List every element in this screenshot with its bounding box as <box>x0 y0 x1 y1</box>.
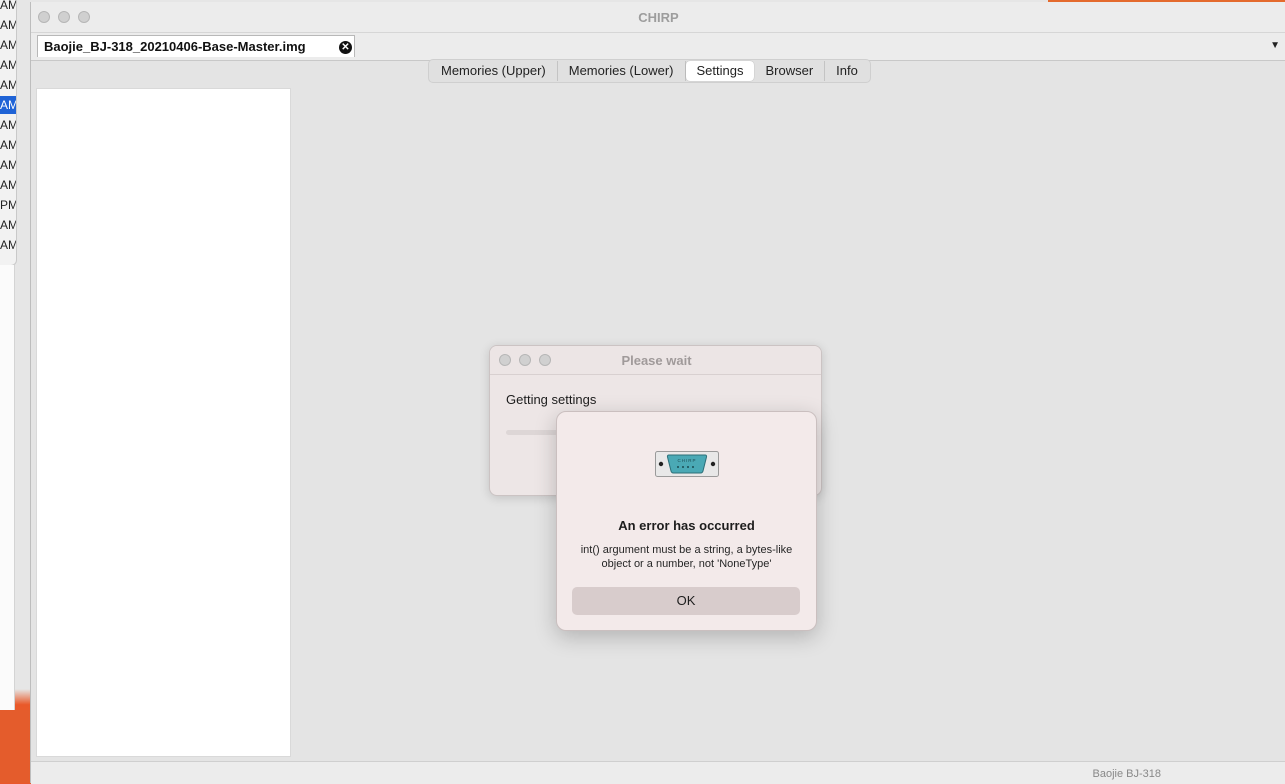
tab-info[interactable]: Info <box>825 61 869 81</box>
progress-label: Getting settings <box>506 392 597 407</box>
error-title: An error has occurred <box>618 518 755 533</box>
background-list-row[interactable]: AM <box>0 76 16 94</box>
view-tabs: Memories (Upper) Memories (Lower) Settings… <box>428 59 871 83</box>
close-tab-icon[interactable]: ✕ <box>339 41 352 54</box>
file-tab[interactable]: Baojie_BJ-318_20210406-Base-Master.img ✕ <box>37 35 355 57</box>
tab-memories-lower[interactable]: Memories (Lower) <box>558 61 686 81</box>
error-alert-dialog: CHIRP An error has occurred int() argume… <box>556 411 817 631</box>
desktop-wallpaper-corner <box>0 710 30 783</box>
file-tab-bar: Baojie_BJ-318_20210406-Base-Master.img ✕… <box>31 33 1285 61</box>
background-list-row[interactable]: AM <box>0 216 16 234</box>
background-list-row[interactable]: AM <box>0 236 16 254</box>
tab-browser[interactable]: Browser <box>754 61 826 81</box>
background-list-row[interactable]: AM <box>0 156 16 174</box>
window-titlebar[interactable]: CHIRP <box>31 2 1285 33</box>
tab-list-dropdown-icon[interactable]: ▼ <box>1270 40 1280 51</box>
dialog-titlebar[interactable]: Please wait <box>490 346 821 375</box>
tab-memories-upper[interactable]: Memories (Upper) <box>430 61 558 81</box>
serial-port-icon: CHIRP <box>655 451 719 477</box>
dialog-title: Please wait <box>621 353 692 368</box>
background-window-body <box>0 265 15 710</box>
background-list-row[interactable]: AM <box>0 0 16 14</box>
serial-icon-text: CHIRP <box>677 458 696 463</box>
background-list-row[interactable]: AM <box>0 136 16 154</box>
background-list-row[interactable]: AM <box>0 96 16 114</box>
window-title: CHIRP <box>638 10 679 25</box>
status-bar: Baojie BJ-318 <box>31 761 1285 784</box>
background-list-row[interactable]: PM <box>0 196 16 214</box>
background-list-row[interactable]: AM <box>0 56 16 74</box>
settings-tree-panel[interactable] <box>36 88 291 757</box>
status-radio-model: Baojie BJ-318 <box>1092 768 1162 780</box>
background-list-row[interactable]: AM <box>0 116 16 134</box>
background-list-row[interactable]: AM <box>0 36 16 54</box>
background-list-row[interactable]: AM <box>0 16 16 34</box>
background-list-row[interactable]: AM <box>0 176 16 194</box>
error-message: int() argument must be a string, a bytes… <box>580 544 793 570</box>
tab-settings[interactable]: Settings <box>685 61 755 81</box>
ok-button[interactable]: OK <box>572 587 800 615</box>
background-window[interactable]: AM AM AM AM AM AM AM AM AM AM PM AM AM <box>0 0 17 266</box>
file-tab-label: Baojie_BJ-318_20210406-Base-Master.img <box>44 39 306 54</box>
